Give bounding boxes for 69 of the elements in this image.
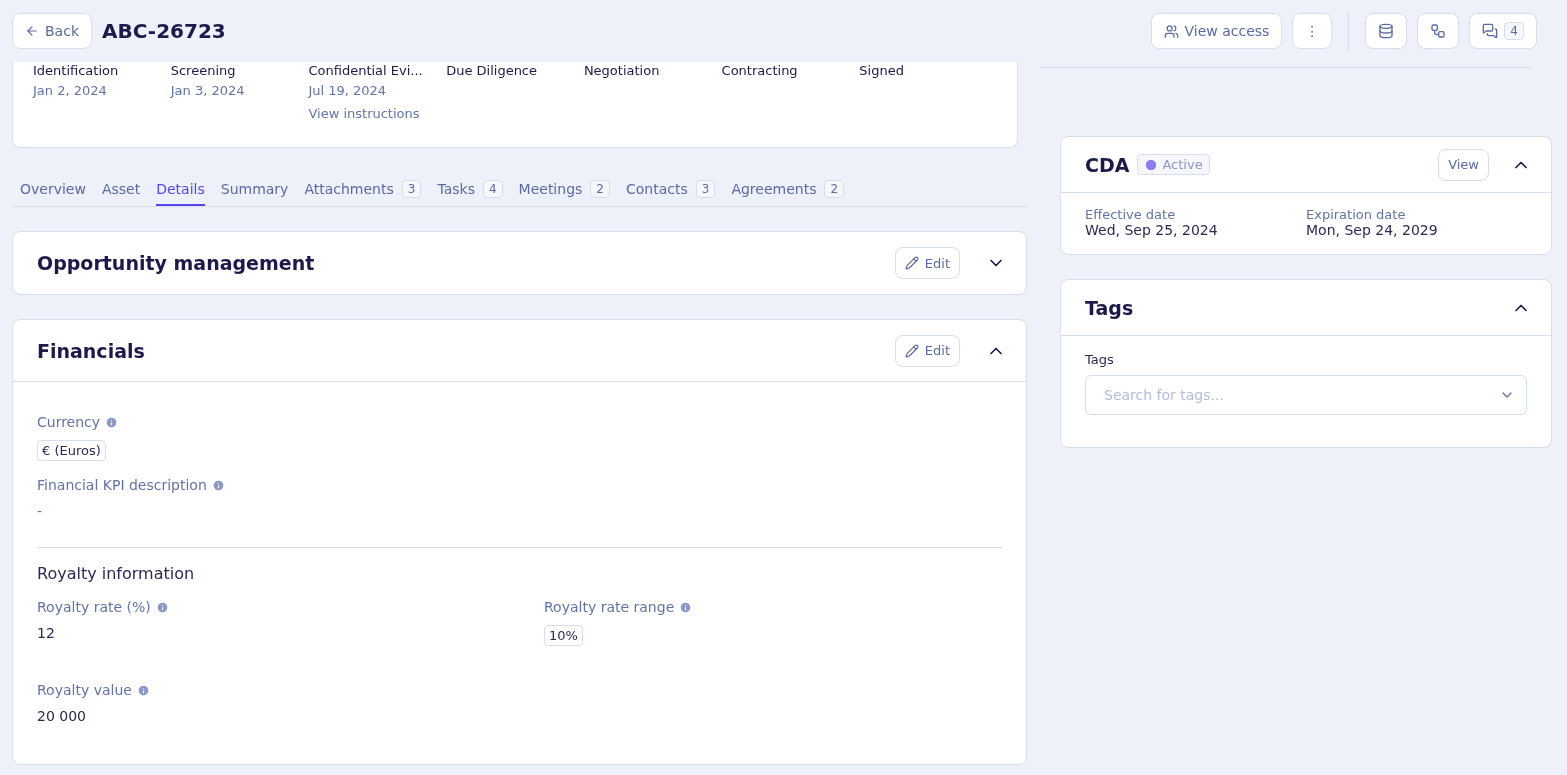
field-label: Royalty rate range	[544, 599, 1002, 615]
count-badge: 2	[590, 180, 610, 198]
card-title: Tags	[1085, 296, 1134, 319]
field-value: 20 000	[37, 708, 87, 724]
edit-button[interactable]: Edit	[894, 334, 960, 367]
tab[interactable]: Details	[156, 174, 205, 206]
count-badge: 2	[824, 180, 845, 198]
tab[interactable]: Tasks 4	[437, 174, 503, 206]
field-label: Royalty value	[37, 682, 544, 698]
stage-date: Jan 2, 2024	[33, 82, 108, 100]
pencil-icon	[904, 343, 919, 358]
stage-name: Confidential Evi...	[308, 62, 424, 80]
tab[interactable]: Contacts 3	[625, 174, 716, 206]
info-icon	[136, 683, 150, 697]
view-access-button[interactable]: View access	[1150, 13, 1283, 49]
stage-name: Identification	[33, 62, 120, 80]
stage-name: Signed	[859, 62, 905, 80]
page-title: ABC-26723	[102, 19, 226, 43]
instructions-link[interactable]: View instructions	[308, 102, 447, 126]
tab[interactable]: Summary	[220, 174, 289, 206]
chat-bubbles-icon	[1482, 23, 1499, 39]
back-button[interactable]: Back	[12, 13, 92, 49]
database-icon	[1378, 23, 1395, 39]
field-label: Royalty rate (%)	[37, 599, 544, 615]
status-badge: Active	[1137, 154, 1210, 175]
database-button[interactable]	[1365, 13, 1408, 49]
info-icon	[155, 600, 169, 614]
date-label: Expiration date	[1306, 207, 1407, 222]
stage-date: Jan 3, 2024	[170, 82, 246, 100]
field-value-tag: 10%	[544, 625, 583, 646]
date-label: Effective date	[1085, 207, 1177, 222]
workflow-icon	[1430, 23, 1447, 39]
field-label: Financial KPI description	[37, 477, 1002, 493]
pencil-icon	[904, 256, 919, 270]
tab[interactable]: Asset	[101, 174, 141, 206]
tags-search-field[interactable]: Search for tags...	[1085, 375, 1527, 415]
section-title: Opportunity management	[37, 252, 316, 274]
stage-name: Negotiation	[583, 62, 661, 80]
card-title: CDA	[1085, 153, 1130, 176]
stage-name: Contracting	[721, 62, 799, 80]
field-value: 12	[37, 625, 56, 641]
count-badge: 3	[401, 180, 422, 198]
edit-button[interactable]: Edit	[894, 247, 960, 279]
count-badge: 4	[1504, 22, 1524, 40]
tab[interactable]: Meetings 2	[518, 174, 610, 206]
field-value-tag: € (Euros)	[37, 440, 106, 461]
field-label: Tags	[1085, 352, 1115, 367]
info-icon	[211, 478, 225, 492]
info-icon	[105, 415, 119, 429]
users-icon	[1163, 23, 1179, 39]
field-label: Currency	[37, 414, 1002, 430]
tab[interactable]: Agreements 2	[731, 174, 845, 206]
stage-name: Screening	[170, 62, 237, 80]
stage-date: Jul 19, 2024	[308, 82, 388, 100]
view-button[interactable]: View	[1438, 148, 1489, 181]
field-value: -	[37, 503, 44, 519]
workflow-button[interactable]	[1417, 13, 1460, 49]
more-button[interactable]: ⋮	[1292, 13, 1333, 49]
info-icon	[679, 600, 693, 614]
stage-name: Due Diligence	[446, 62, 539, 80]
date-value: Wed, Sep 25, 2024	[1085, 222, 1219, 238]
tab[interactable]: Overview	[20, 174, 86, 206]
subsection-title: Royalty information	[37, 564, 196, 583]
date-value: Mon, Sep 24, 2029	[1306, 222, 1439, 238]
section-title: Financials	[37, 339, 146, 362]
comments-button[interactable]: 4	[1469, 13, 1537, 49]
tab[interactable]: Attachments 3	[304, 174, 422, 206]
count-badge: 3	[695, 180, 716, 198]
count-badge: 4	[482, 180, 503, 198]
